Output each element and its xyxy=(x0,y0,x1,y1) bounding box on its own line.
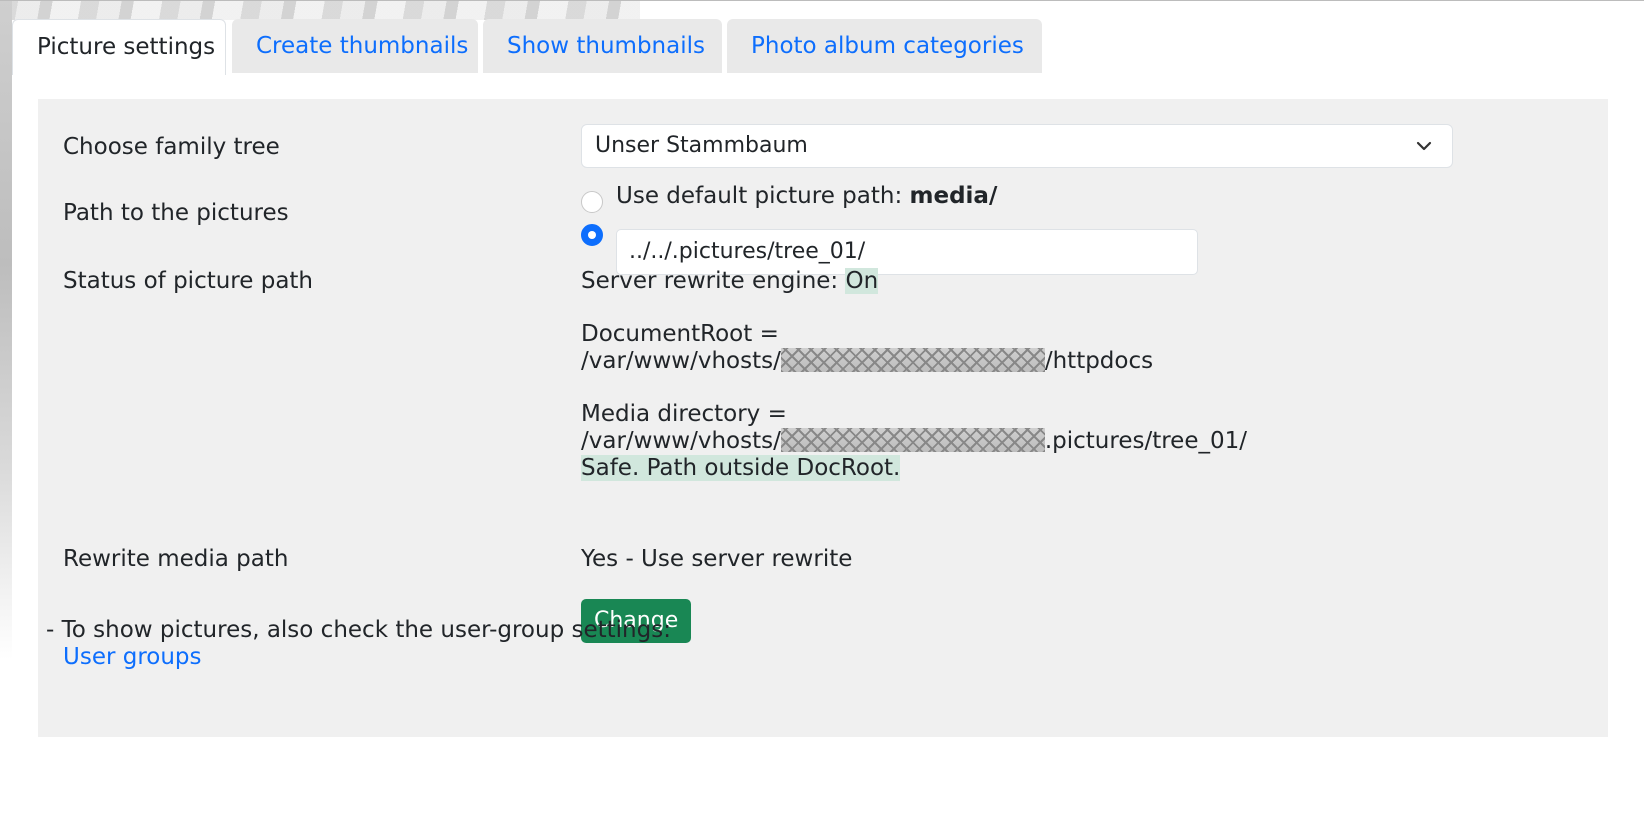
custom-path-radio[interactable] xyxy=(581,224,603,246)
media-prefix: /var/www/vhosts/ xyxy=(581,428,781,454)
tab-create-thumbnails[interactable]: Create thumbnails xyxy=(232,19,478,73)
status-label: Status of picture path xyxy=(63,268,314,294)
rewrite-engine-value: On xyxy=(845,268,879,294)
redacted-area xyxy=(780,428,1045,452)
background-texture xyxy=(0,0,640,20)
safe-status-badge: Safe. Path outside DocRoot. xyxy=(581,455,901,481)
redacted-area xyxy=(780,348,1045,372)
default-path-option: Use default picture path: media/ xyxy=(616,183,997,209)
docroot-path: /var/www/vhosts/ /httpdocs xyxy=(581,348,1153,374)
chevron-down-icon xyxy=(1416,141,1432,151)
tab-show-thumbnails[interactable]: Show thumbnails xyxy=(483,19,722,73)
tab-photo-album-categories[interactable]: Photo album categories xyxy=(727,19,1042,73)
default-path-value: media/ xyxy=(909,183,998,209)
tab-picture-settings[interactable]: Picture settings xyxy=(12,19,226,75)
rewrite-label: Rewrite media path xyxy=(63,546,289,572)
default-path-text: Use default picture path: xyxy=(616,183,903,209)
settings-panel: Choose family tree Unser Stammbaum Path … xyxy=(38,99,1608,737)
docroot-suffix: /httpdocs xyxy=(1044,348,1154,374)
user-groups-link[interactable]: User groups xyxy=(63,644,202,670)
family-tree-selected: Unser Stammbaum xyxy=(595,133,808,158)
rewrite-value: Yes - Use server rewrite xyxy=(581,546,853,572)
docroot-prefix: /var/www/vhosts/ xyxy=(581,348,781,374)
top-border xyxy=(0,0,1644,1)
family-tree-select[interactable]: Unser Stammbaum xyxy=(581,124,1453,168)
docroot-label: DocumentRoot = xyxy=(581,321,779,347)
media-dir-path: /var/www/vhosts/ .pictures/tree_01/ xyxy=(581,428,1247,454)
rewrite-engine-label: Server rewrite engine: xyxy=(581,268,839,294)
media-dir-label: Media directory = xyxy=(581,401,787,427)
user-group-note: - To show pictures, also check the user-… xyxy=(46,617,671,643)
media-suffix: .pictures/tree_01/ xyxy=(1044,428,1248,454)
rewrite-engine-status: Server rewrite engine: On xyxy=(581,268,879,294)
picture-path-label: Path to the pictures xyxy=(63,200,289,226)
background-strip xyxy=(0,0,12,660)
default-path-radio[interactable] xyxy=(581,191,603,213)
family-tree-label: Choose family tree xyxy=(63,134,280,160)
